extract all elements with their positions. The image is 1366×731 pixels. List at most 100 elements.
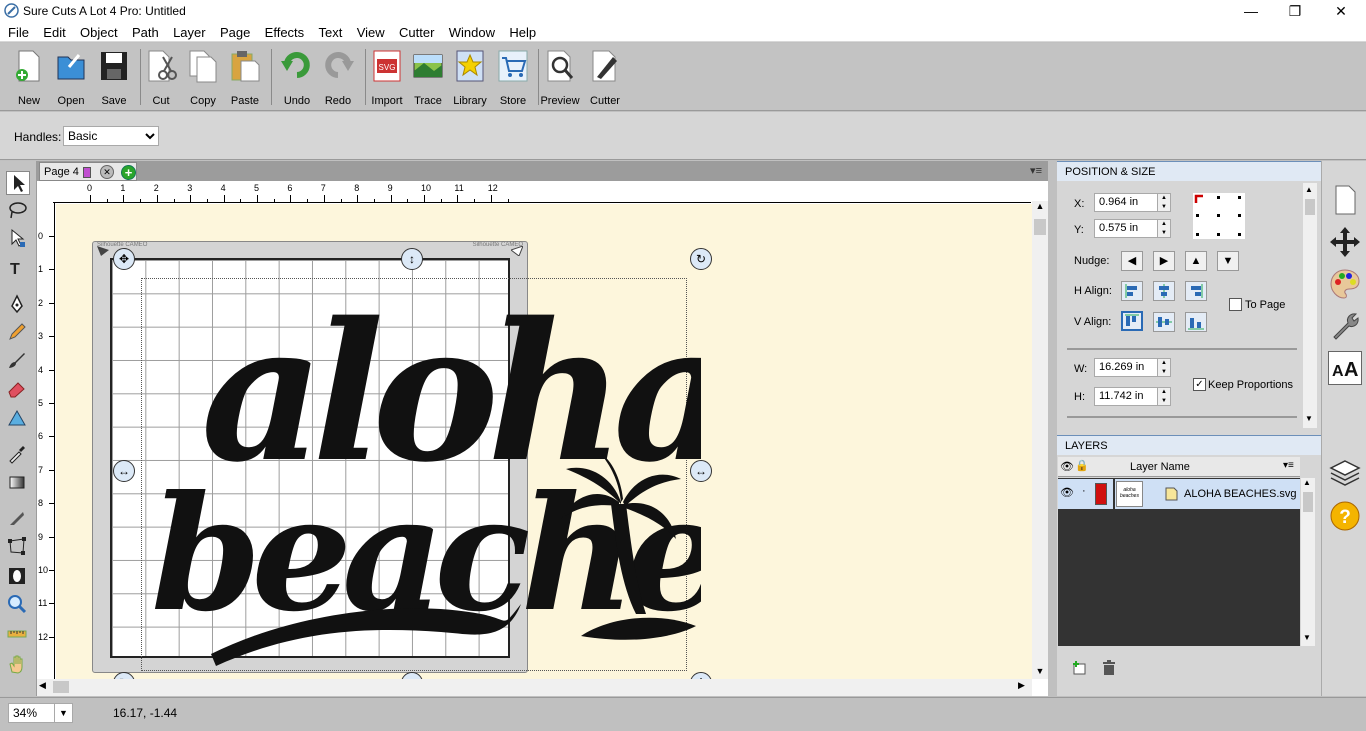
- new-button[interactable]: New: [8, 47, 50, 107]
- to-page-checkbox[interactable]: [1229, 298, 1242, 311]
- undo-button[interactable]: Undo: [276, 47, 318, 107]
- minimize-button[interactable]: —: [1228, 0, 1274, 22]
- delete-layer-icon[interactable]: [1101, 660, 1117, 676]
- work-area[interactable]: Silhouette CAMEO Silhouette CAMEO aloha …: [56, 204, 1032, 694]
- redo-button[interactable]: Redo: [317, 47, 359, 107]
- cutter-button[interactable]: Cutter: [584, 47, 626, 107]
- copy-button[interactable]: Copy: [182, 47, 224, 107]
- aloha-beaches-artwork[interactable]: aloha beaches: [141, 254, 701, 674]
- align-top-button[interactable]: [1121, 311, 1143, 331]
- layers-menu-icon[interactable]: ▾≡: [1283, 460, 1294, 471]
- cut-button[interactable]: Cut: [140, 47, 182, 107]
- menu-cutter[interactable]: Cutter: [399, 22, 434, 40]
- chevron-down-icon[interactable]: ▼: [54, 704, 72, 722]
- align-center-h-button[interactable]: [1153, 281, 1175, 301]
- brush-tool[interactable]: [6, 349, 30, 373]
- layers-scroll-thumb[interactable]: [1303, 492, 1313, 512]
- nudge-left-button[interactable]: ◀: [1121, 251, 1143, 271]
- tab-page-4[interactable]: Page 4 ✕ +: [39, 162, 137, 181]
- rotate-top-right-handle[interactable]: ↻: [690, 248, 712, 270]
- height-spinner[interactable]: ▲ ▼: [1157, 387, 1171, 406]
- resize-left-handle[interactable]: ↔: [113, 460, 135, 482]
- menu-layer[interactable]: Layer: [173, 22, 206, 40]
- layer-visibility-icon[interactable]: 👁: [1060, 486, 1074, 499]
- nudge-down-button[interactable]: ▼: [1217, 251, 1239, 271]
- layers-scroll-up-icon[interactable]: ▲: [1303, 478, 1311, 487]
- text-tool[interactable]: T: [6, 257, 30, 281]
- weld-tool[interactable]: [6, 565, 30, 589]
- color-panel-button[interactable]: [1328, 267, 1362, 301]
- layers-scrollbar[interactable]: ▲ ▼: [1301, 478, 1315, 646]
- select-tool[interactable]: [6, 171, 30, 195]
- scroll-down-icon[interactable]: ▼: [1034, 666, 1046, 678]
- keep-proportions-checkbox[interactable]: ✓: [1193, 378, 1206, 391]
- page-menu-icon[interactable]: ▾≡: [1030, 164, 1042, 177]
- menu-edit[interactable]: Edit: [43, 22, 65, 40]
- add-page-icon[interactable]: +: [121, 165, 136, 180]
- scroll-up-icon[interactable]: ▲: [1034, 201, 1046, 215]
- store-button[interactable]: Store: [492, 47, 534, 107]
- import-button[interactable]: SVG Import: [366, 47, 408, 107]
- panel-scrollbar[interactable]: ▲ ▼: [1303, 183, 1317, 428]
- zoom-select[interactable]: 34% ▼: [8, 703, 73, 723]
- eraser-tool[interactable]: [6, 377, 30, 401]
- add-layer-icon[interactable]: [1071, 660, 1087, 676]
- align-bottom-button[interactable]: [1185, 312, 1207, 332]
- y-spinner[interactable]: ▲ ▼: [1157, 219, 1171, 238]
- menu-path[interactable]: Path: [132, 22, 159, 40]
- tools-panel-button[interactable]: [1328, 309, 1362, 343]
- menu-view[interactable]: View: [357, 22, 385, 40]
- handles-select[interactable]: Basic: [63, 126, 159, 146]
- resize-top-handle[interactable]: ↕: [401, 248, 423, 270]
- x-spinner[interactable]: ▲ ▼: [1157, 193, 1171, 212]
- menu-help[interactable]: Help: [509, 22, 536, 40]
- document-panel-button[interactable]: [1328, 183, 1362, 217]
- scroll-right-icon[interactable]: ▶: [1018, 680, 1030, 694]
- panel-scroll-thumb[interactable]: [1305, 199, 1315, 215]
- align-left-button[interactable]: [1121, 281, 1143, 301]
- nudge-right-button[interactable]: ▶: [1153, 251, 1175, 271]
- horizontal-scrollbar[interactable]: ◀ ▶: [37, 679, 1032, 696]
- align-middle-button[interactable]: [1153, 312, 1175, 332]
- layer-row[interactable]: 👁 · aloha beaches ALOHA BEACHES.svg: [1058, 479, 1300, 509]
- panel-scroll-up-icon[interactable]: ▲: [1305, 185, 1313, 194]
- menu-page[interactable]: Page: [220, 22, 250, 40]
- resize-right-handle[interactable]: ↔: [690, 460, 712, 482]
- menu-file[interactable]: File: [8, 22, 29, 40]
- move-handle-icon[interactable]: ✥: [113, 248, 135, 270]
- horizontal-scroll-thumb[interactable]: [53, 681, 69, 693]
- close-page-icon[interactable]: ✕: [100, 165, 114, 179]
- scroll-left-icon[interactable]: ◀: [39, 680, 51, 694]
- layer-color-swatch[interactable]: [1095, 483, 1107, 505]
- position-panel-button[interactable]: [1328, 225, 1362, 259]
- menu-window[interactable]: Window: [449, 22, 495, 40]
- pan-tool[interactable]: [6, 653, 30, 677]
- menu-effects[interactable]: Effects: [265, 22, 305, 40]
- align-right-button[interactable]: [1185, 281, 1207, 301]
- panel-scroll-down-icon[interactable]: ▼: [1305, 414, 1313, 423]
- open-button[interactable]: Open: [50, 47, 92, 107]
- zoom-tool[interactable]: [6, 593, 30, 617]
- node-edit-tool[interactable]: [6, 227, 30, 251]
- gradient-tool[interactable]: [6, 471, 30, 495]
- vertical-scrollbar[interactable]: ▲ ▼: [1032, 201, 1048, 679]
- eyedropper-tool[interactable]: [6, 443, 30, 467]
- vertical-scroll-thumb[interactable]: [1034, 219, 1046, 235]
- help-button[interactable]: ?: [1328, 499, 1362, 533]
- shape-tool[interactable]: [6, 407, 30, 431]
- maximize-button[interactable]: ❐: [1272, 0, 1318, 22]
- library-button[interactable]: Library: [449, 47, 491, 107]
- path-tool[interactable]: [6, 535, 30, 559]
- layers-panel-button[interactable]: [1328, 455, 1362, 489]
- menu-text[interactable]: Text: [319, 22, 343, 40]
- lasso-tool[interactable]: [6, 199, 30, 223]
- menu-object[interactable]: Object: [80, 22, 118, 40]
- layers-scroll-down-icon[interactable]: ▼: [1303, 633, 1311, 642]
- reference-point-grid[interactable]: [1193, 193, 1245, 239]
- measure-tool[interactable]: [6, 623, 30, 647]
- save-button[interactable]: Save: [93, 47, 135, 107]
- paste-button[interactable]: Paste: [224, 47, 266, 107]
- nudge-up-button[interactable]: ▲: [1185, 251, 1207, 271]
- pen-tool[interactable]: [6, 293, 30, 317]
- knife-tool[interactable]: [6, 507, 30, 531]
